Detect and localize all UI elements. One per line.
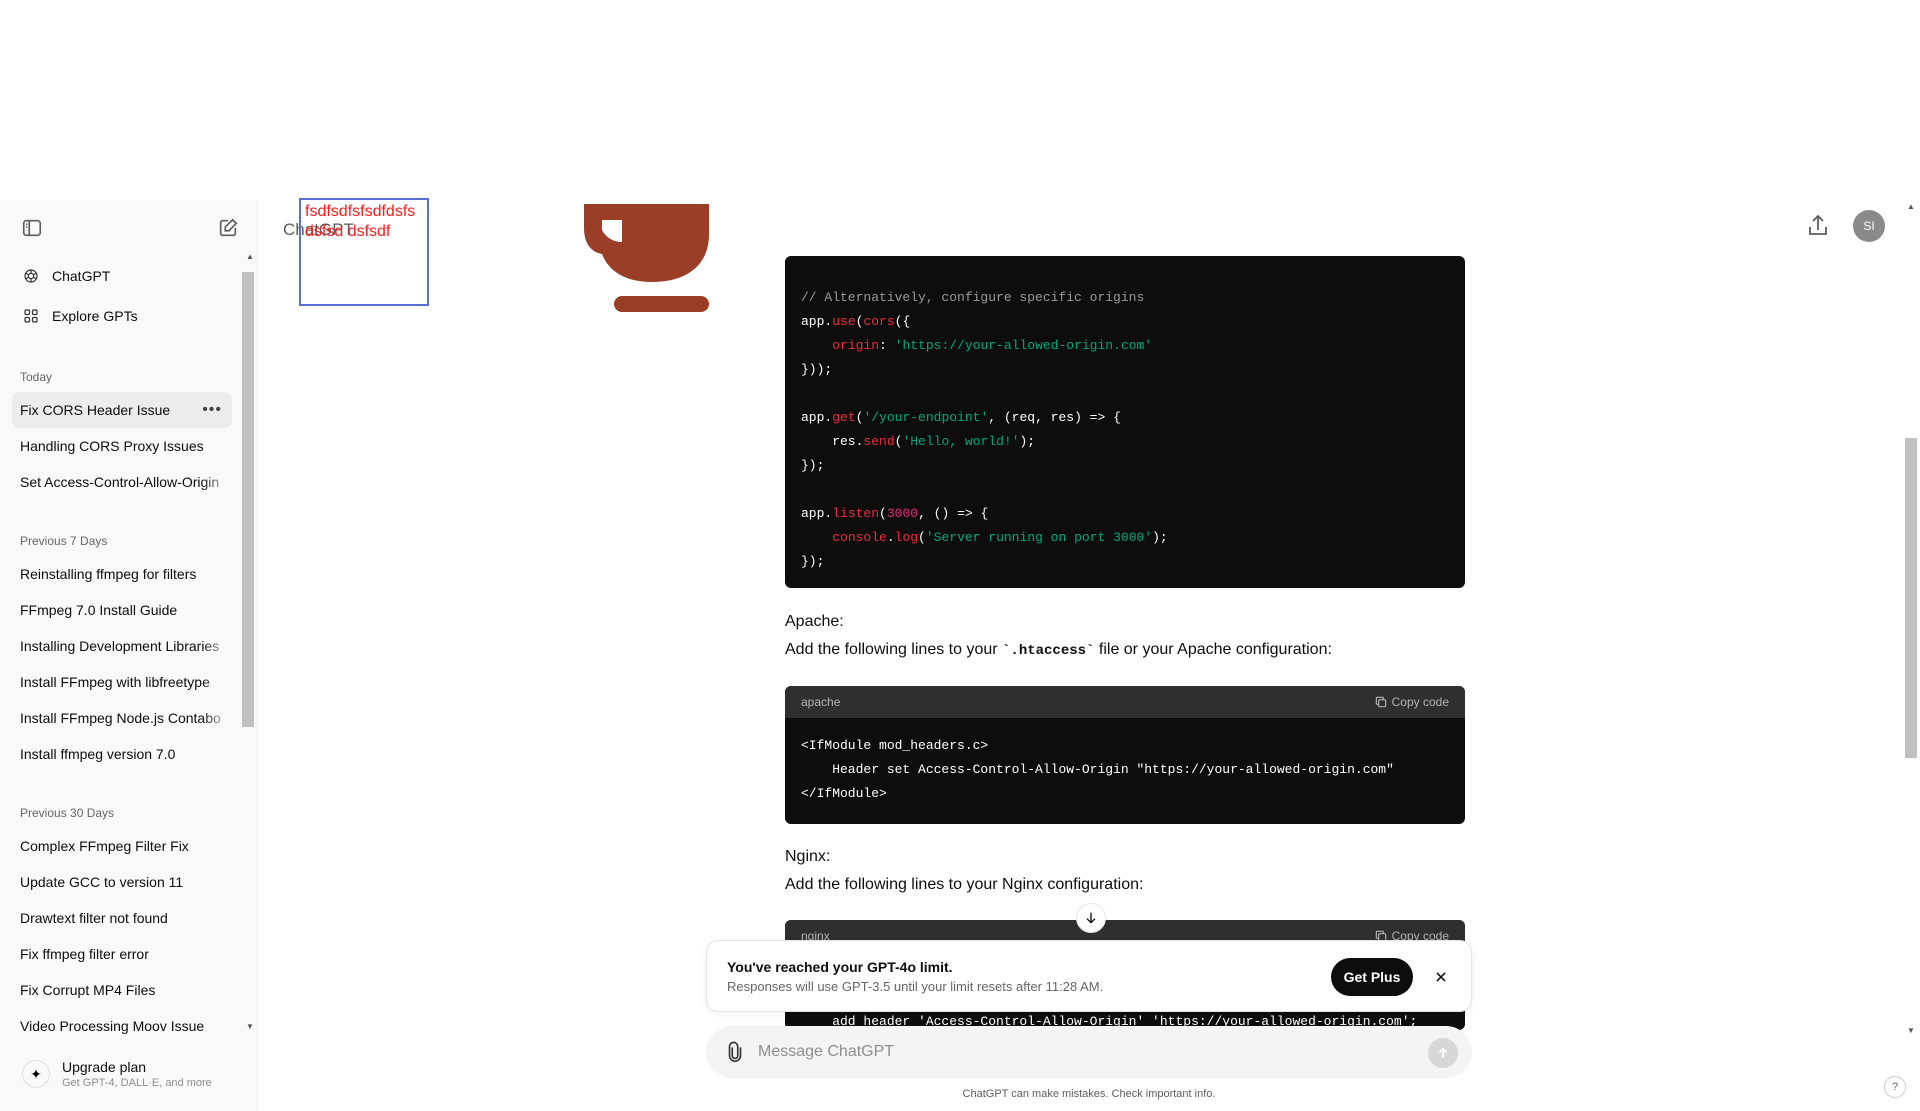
chat-item[interactable]: Drawtext filter not found [12,900,232,936]
close-icon [1436,972,1446,982]
main-panel: ChatGPT fsdfsdfsfsdfdsfs dsfsd dsfsdf SI… [259,198,1920,1111]
chat-item-label: Handling CORS Proxy Issues [20,438,204,454]
chat-item-label: Installing Development Libraries [20,638,220,654]
chat-item[interactable]: Video Processing Moov Issue [12,1008,232,1044]
chat-item-label: Fix Corrupt MP4 Files [20,982,156,998]
chat-item-label: Update GCC to version 11 [20,874,184,890]
chat-item[interactable]: Installing Development Libraries [12,628,232,664]
upgrade-plan-button[interactable]: ✦ Upgrade plan Get GPT-4, DALL·E, and mo… [12,1050,242,1098]
limit-banner: You've reached your GPT-4o limit. Respon… [706,940,1472,1012]
help-button[interactable]: ? [1884,1076,1906,1098]
overlay-annotation-box: fsdfsdfsfsdfdsfs dsfsd dsfsdf [299,198,429,306]
code-content: // Alternatively, configure specific ori… [801,290,1168,569]
sidebar: ChatGPT Explore GPTs Today Fix CORS Head… [0,200,259,1111]
code-block-header: apache Copy code [785,686,1465,718]
arrow-down-icon [1086,912,1096,924]
main-scrollbar[interactable]: ▲ ▼ [1903,200,1920,1036]
copy-code-button[interactable]: Copy code [1374,695,1449,709]
edit-icon [219,218,238,237]
chat-item-active[interactable]: Fix CORS Header Issue ••• [12,392,232,428]
inline-code: `.htaccess` [1002,643,1095,659]
paragraph-nginx: Add the following lines to your Nginx co… [785,876,1144,893]
chat-item-label: Fix ffmpeg filter error [20,946,149,962]
scroll-down-arrow-icon[interactable]: ▼ [1907,1026,1915,1035]
chat-item-label: Drawtext filter not found [20,910,168,926]
chat-item[interactable]: Set Access-Control-Allow-Origin [12,464,232,500]
chat-item[interactable]: Fix ffmpeg filter error [12,936,232,972]
scroll-up-arrow-icon[interactable]: ▲ [246,252,254,261]
chat-item[interactable]: Fix Corrupt MP4 Files [12,972,232,1008]
copy-icon [1375,696,1386,708]
section-title-previous-7-days: Previous 7 Days [20,534,108,548]
copy-code-label: Copy code [1391,695,1449,709]
sidebar-toggle-icon [22,219,42,237]
text-segment: file or your Apache configuration: [1094,641,1332,658]
chat-item-label: FFmpeg 7.0 Install Guide [20,602,178,618]
coffee-cup-icon [584,204,709,312]
limit-title: You've reached your GPT-4o limit. [727,959,953,975]
upgrade-subtitle: Get GPT-4, DALL·E, and more [62,1077,212,1089]
grid-icon [24,309,38,323]
chat-item[interactable]: Update GCC to version 11 [12,864,232,900]
chat-item-label: Install FFmpeg with libfreetype [20,674,210,690]
scroll-to-bottom-button[interactable] [1076,903,1106,933]
chat-item-label: Set Access-Control-Allow-Origin [20,474,220,490]
scrollbar-thumb[interactable] [242,272,254,727]
sidebar-item-label: Explore GPTs [52,308,138,324]
paragraph-apache: Add the following lines to your `.htacce… [785,641,1332,659]
code-content: <IfModule mod_headers.c> Header set Acce… [801,738,1394,801]
text-segment: Add the following lines to your [785,641,1003,658]
heading-nginx: Nginx: [785,848,831,865]
chat-item-label: Install FFmpeg Node.js Contabo [20,710,221,726]
code-block-apache: apache Copy code <IfModule mod_headers.c… [785,686,1465,824]
scrollbar-thumb[interactable] [1905,438,1917,758]
chat-item[interactable]: Complex FFmpeg Filter Fix [12,828,232,864]
scroll-up-arrow-icon[interactable]: ▲ [1907,202,1915,211]
code-block-express: // Alternatively, configure specific ori… [785,256,1465,588]
chat-item[interactable]: Reinstalling ffmpeg for filters [12,556,232,592]
overlay-text: fsdfsdfsfsdfdsfs dsfsd dsfsdf [305,203,416,240]
openai-logo-icon [24,269,38,283]
sidebar-item-chatgpt[interactable]: ChatGPT [12,258,232,294]
chat-item[interactable]: Install FFmpeg Node.js Contabo [12,700,232,736]
limit-subtitle: Responses will use GPT-3.5 until your li… [727,979,1104,994]
message-input[interactable] [758,1036,1398,1068]
share-button[interactable] [1800,208,1836,249]
chat-item[interactable]: FFmpeg 7.0 Install Guide [12,592,232,628]
more-options-icon[interactable]: ••• [202,401,222,419]
heading-apache: Apache: [785,613,844,630]
chat-item-label: Video Processing Moov Issue [20,1018,205,1034]
chat-item-label: Fix CORS Header Issue [20,402,171,418]
get-plus-button[interactable]: Get Plus [1331,958,1413,996]
code-language: apache [801,695,841,709]
toggle-sidebar-button[interactable] [14,210,50,246]
composer [706,1026,1472,1078]
section-title-previous-30-days: Previous 30 Days [20,806,115,820]
chat-item-label: Reinstalling ffmpeg for filters [20,566,197,582]
paperclip-icon [728,1041,742,1062]
chat-item-label: Complex FFmpeg Filter Fix [20,838,189,854]
avatar[interactable]: SI [1853,210,1885,242]
new-chat-button[interactable] [210,210,246,246]
upgrade-title: Upgrade plan [62,1059,147,1075]
app-window: ChatGPT Explore GPTs Today Fix CORS Head… [0,198,1920,1111]
chat-item[interactable]: Install FFmpeg with libfreetype [12,664,232,700]
scroll-down-arrow-icon[interactable]: ▼ [246,1022,254,1031]
disclaimer: ChatGPT can make mistakes. Check importa… [962,1088,1216,1100]
chat-item[interactable]: Handling CORS Proxy Issues [12,428,232,464]
send-button[interactable] [1428,1038,1458,1068]
share-icon [1809,214,1827,235]
close-banner-button[interactable] [1429,965,1453,989]
chat-item-label: Install ffmpeg version 7.0 [20,746,176,762]
chat-item[interactable]: Install ffmpeg version 7.0 [12,736,232,772]
arrow-up-icon [1438,1047,1448,1058]
sidebar-scrollbar[interactable]: ▲ ▼ [242,252,254,1034]
sidebar-item-explore-gpts[interactable]: Explore GPTs [12,298,232,334]
sidebar-top [0,200,259,256]
section-title-today: Today [20,370,53,384]
sidebar-item-label: ChatGPT [52,268,111,284]
attach-button[interactable] [724,1040,746,1069]
sparkle-icon: ✦ [22,1060,50,1088]
